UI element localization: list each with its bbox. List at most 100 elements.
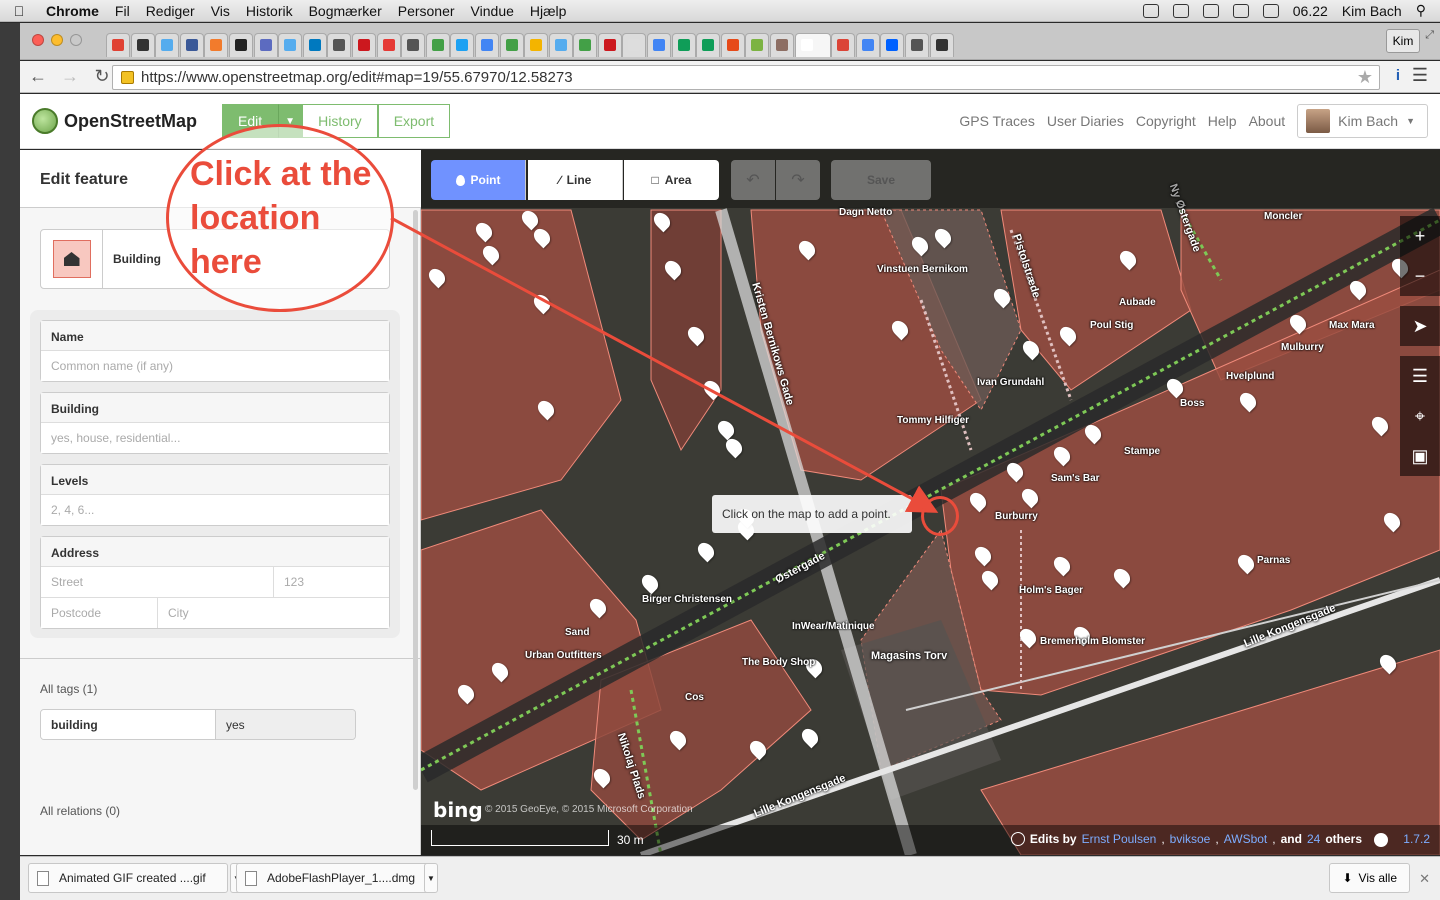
- menu-hjaelp[interactable]: Hjælp: [522, 3, 575, 19]
- nav-user-diaries[interactable]: User Diaries: [1047, 113, 1124, 129]
- status-icon[interactable]: [1142, 3, 1159, 18]
- menu-historik[interactable]: Historik: [238, 3, 301, 19]
- geolocate-icon[interactable]: ➤: [1400, 306, 1440, 346]
- show-all-downloads-button[interactable]: ⬇ Vis alle: [1329, 863, 1410, 893]
- browser-tab[interactable]: [622, 33, 647, 57]
- browser-tab[interactable]: [351, 33, 376, 57]
- menu-vindue[interactable]: Vindue: [463, 3, 522, 19]
- minimize-window-icon[interactable]: [51, 34, 63, 46]
- editor-link[interactable]: bviksoe: [1170, 832, 1211, 846]
- browser-tab[interactable]: [720, 33, 745, 57]
- browser-tab[interactable]: [302, 33, 327, 57]
- browser-tab[interactable]: [573, 33, 598, 57]
- browser-tab[interactable]: [499, 33, 524, 57]
- building-input[interactable]: yes, house, residential...: [41, 423, 389, 453]
- browser-tab[interactable]: [401, 33, 426, 57]
- tag-value-input[interactable]: yes: [216, 710, 355, 739]
- housenumber-input[interactable]: 123: [274, 567, 389, 597]
- browser-tab[interactable]: [770, 33, 795, 57]
- zoom-window-icon[interactable]: [70, 34, 82, 46]
- all-relations-toggle[interactable]: All relations (0): [40, 804, 120, 818]
- export-button[interactable]: Export: [377, 104, 451, 138]
- browser-tab[interactable]: [696, 33, 721, 57]
- browser-tab[interactable]: [855, 33, 880, 57]
- name-input[interactable]: Common name (if any): [41, 351, 389, 381]
- undo-icon[interactable]: ↶: [731, 160, 775, 200]
- browser-tab[interactable]: [794, 33, 831, 57]
- version-link[interactable]: 1.7.2: [1403, 832, 1430, 846]
- layers-icon[interactable]: ☰: [1400, 356, 1440, 396]
- nav-help[interactable]: Help: [1208, 113, 1237, 129]
- forward-icon[interactable]: →: [56, 65, 84, 89]
- profile-button[interactable]: Kim: [1386, 29, 1420, 53]
- map-data-icon[interactable]: ⌖: [1400, 396, 1440, 436]
- browser-tab[interactable]: [524, 33, 549, 57]
- redo-icon[interactable]: ↷: [776, 160, 820, 200]
- extension-icon[interactable]: i: [1396, 67, 1400, 84]
- browser-tab[interactable]: [228, 33, 253, 57]
- imagery-attribution[interactable]: © 2015 GeoEye, © 2015 Microsoft Corporat…: [485, 804, 693, 815]
- browser-tab[interactable]: [278, 33, 303, 57]
- spotlight-icon[interactable]: ⚲: [1416, 2, 1426, 19]
- nav-about[interactable]: About: [1249, 113, 1286, 129]
- bookmark-star-icon[interactable]: ★: [1357, 67, 1373, 88]
- bug-report-icon[interactable]: [1374, 833, 1388, 847]
- browser-tab[interactable]: [155, 33, 180, 57]
- browser-tab[interactable]: [425, 33, 450, 57]
- menu-personer[interactable]: Personer: [390, 3, 463, 19]
- all-tags-toggle[interactable]: All tags (1): [40, 682, 97, 696]
- browser-tab[interactable]: [548, 33, 573, 57]
- add-area-button[interactable]: □ Area: [624, 160, 719, 200]
- close-icon[interactable]: ✕: [1419, 871, 1430, 887]
- browser-tab[interactable]: [745, 33, 770, 57]
- city-input[interactable]: City: [158, 598, 389, 628]
- download-menu-icon[interactable]: ▼: [424, 863, 438, 893]
- back-icon[interactable]: ←: [24, 65, 52, 89]
- browser-tab[interactable]: [130, 33, 155, 57]
- browser-tab[interactable]: [450, 33, 475, 57]
- wifi-icon[interactable]: [1202, 3, 1219, 18]
- close-window-icon[interactable]: [32, 34, 44, 46]
- browser-tab[interactable]: [929, 33, 954, 57]
- browser-tab[interactable]: [204, 33, 229, 57]
- download-item[interactable]: AdobeFlashPlayer_1....dmg: [236, 863, 430, 893]
- menu-app[interactable]: Chrome: [38, 3, 107, 19]
- save-button[interactable]: Save: [831, 160, 931, 200]
- fullscreen-icon[interactable]: ⤢: [1425, 29, 1434, 42]
- others-count-link[interactable]: 24: [1307, 832, 1320, 846]
- nav-copyright[interactable]: Copyright: [1136, 113, 1196, 129]
- browser-tab[interactable]: [179, 33, 204, 57]
- editor-link[interactable]: AWSbot: [1224, 832, 1268, 846]
- browser-tab[interactable]: [671, 33, 696, 57]
- street-input[interactable]: Street: [41, 567, 274, 597]
- browser-tab[interactable]: [376, 33, 401, 57]
- browser-tab[interactable]: [831, 33, 856, 57]
- browser-tab[interactable]: [474, 33, 499, 57]
- download-item[interactable]: Animated GIF created ....gif: [28, 863, 228, 893]
- chrome-menu-icon[interactable]: ☰: [1412, 65, 1428, 86]
- clock[interactable]: 06.22: [1293, 3, 1328, 19]
- browser-tab[interactable]: [597, 33, 622, 57]
- menubar-user[interactable]: Kim Bach: [1342, 3, 1402, 19]
- browser-tab[interactable]: [905, 33, 929, 57]
- browser-tab[interactable]: [106, 33, 130, 57]
- zoom-out-icon[interactable]: −: [1400, 256, 1440, 296]
- sidebar-scrollbar[interactable]: [413, 210, 418, 790]
- help-icon[interactable]: ▣: [1400, 436, 1440, 476]
- apple-menu-icon[interactable]: : [0, 3, 38, 19]
- add-point-button[interactable]: Point: [431, 160, 526, 200]
- levels-input[interactable]: 2, 4, 6...: [41, 495, 389, 525]
- browser-tab[interactable]: [327, 33, 352, 57]
- volume-icon[interactable]: [1232, 3, 1249, 18]
- menu-rediger[interactable]: Rediger: [138, 3, 203, 19]
- add-line-button[interactable]: ∕ Line: [528, 160, 623, 200]
- postcode-input[interactable]: Postcode: [41, 598, 158, 628]
- menu-bogmaerker[interactable]: Bogmærker: [301, 3, 390, 19]
- tag-key-input[interactable]: building: [41, 710, 216, 739]
- editor-link[interactable]: Ernst Poulsen: [1082, 832, 1157, 846]
- osm-logo[interactable]: OpenStreetMap: [32, 108, 197, 134]
- menu-fil[interactable]: Fil: [107, 3, 138, 19]
- battery-icon[interactable]: [1262, 3, 1279, 18]
- address-bar[interactable]: https://www.openstreetmap.org/edit#map=1…: [112, 65, 1380, 90]
- status-icon[interactable]: [1172, 3, 1189, 18]
